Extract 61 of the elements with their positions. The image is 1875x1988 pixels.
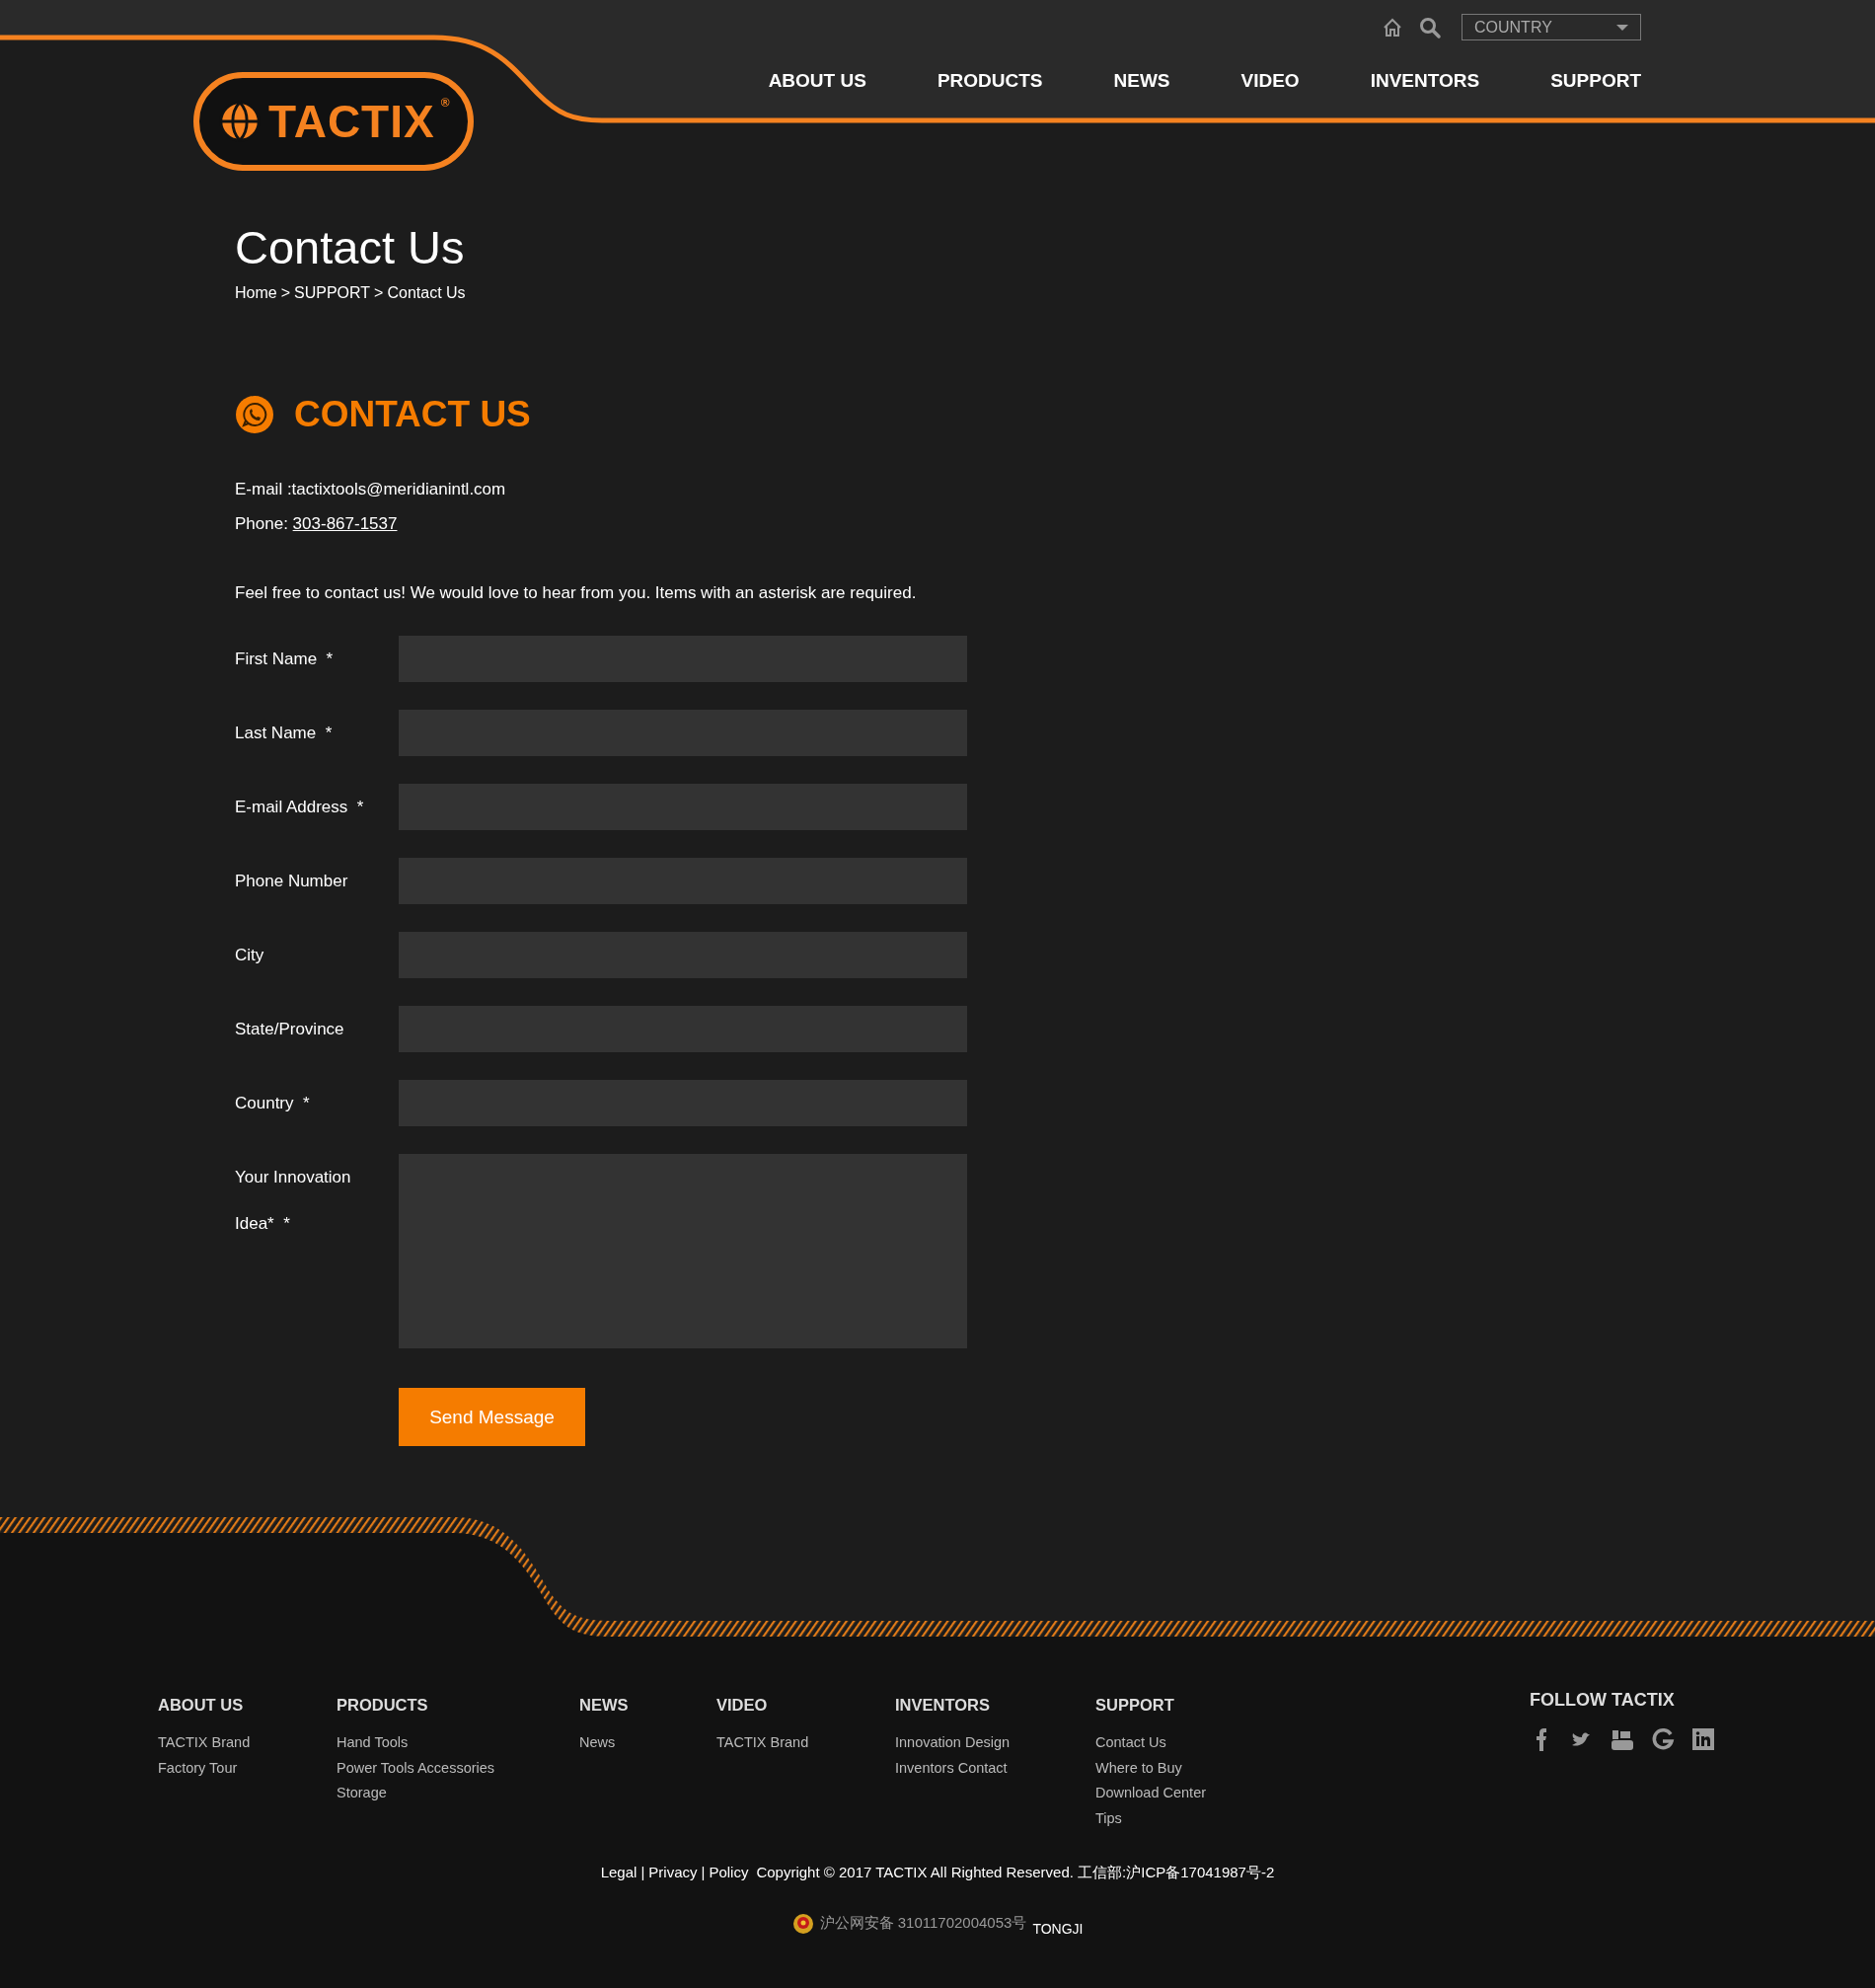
page-title: Contact Us: [235, 220, 466, 275]
tongji-link[interactable]: TONGJI: [1032, 1920, 1084, 1937]
field-label: State/Province: [235, 1019, 345, 1040]
country-select[interactable]: COUNTRY: [1462, 14, 1641, 40]
caret-icon: [1616, 24, 1628, 31]
registration-text[interactable]: 沪公网安备 31011702004053号: [819, 1914, 1027, 1934]
legal-link[interactable]: Legal: [600, 1862, 638, 1882]
footer-link[interactable]: Factory Tour: [158, 1755, 337, 1782]
footer-heading: FOLLOW TACTIX: [1530, 1690, 1676, 1710]
footer-link[interactable]: Contact Us: [1095, 1730, 1530, 1756]
legal-link[interactable]: Policy: [709, 1862, 749, 1882]
footer-link[interactable]: Tips: [1095, 1806, 1530, 1832]
legal-link[interactable]: Privacy: [648, 1862, 698, 1882]
separator-text: |: [640, 1862, 645, 1882]
footer-heading: VIDEO: [716, 1695, 769, 1715]
field-label: City: [235, 945, 265, 966]
field-label: Phone Number: [235, 871, 349, 892]
nav-link[interactable]: INVENTORS: [1370, 57, 1480, 105]
footer-link[interactable]: Where to Buy: [1095, 1755, 1530, 1782]
footer-link[interactable]: Storage: [337, 1781, 579, 1807]
intro-text: Feel free to contact us! We would love to hear from you. Items with an asterisk are required.: [235, 582, 918, 604]
footer-heading: SUPPORT: [1095, 1695, 1175, 1715]
footer-link[interactable]: News: [579, 1730, 716, 1756]
nav-link[interactable]: PRODUCTS: [937, 57, 1043, 105]
phone-link[interactable]: 303-867-1537: [292, 514, 398, 533]
nav-link[interactable]: SUPPORT: [1550, 57, 1641, 105]
field-label: Your Innovation Idea* *: [235, 1167, 352, 1235]
copyright-text: Copyright © 2017 TACTIX All Righted Reserved. 工信部:沪ICP备17041987号-2: [756, 1862, 1275, 1882]
footer-link[interactable]: Innovation Design: [895, 1730, 1095, 1756]
section-heading: CONTACT US: [294, 394, 531, 435]
separator-text: |: [701, 1862, 706, 1882]
field-label: Last Name *: [235, 723, 334, 744]
chat-phone-icon: [235, 395, 274, 434]
linkedin-icon[interactable]: [1691, 1727, 1715, 1751]
breadcrumb-current: Contact Us: [387, 283, 466, 303]
footer-link[interactable]: Power Tools Accessories: [337, 1755, 579, 1782]
footer-link[interactable]: TACTIX Brand: [716, 1730, 895, 1756]
footer-link[interactable]: Hand Tools: [337, 1730, 579, 1756]
footer-link[interactable]: Download Center: [1095, 1781, 1530, 1807]
google-icon[interactable]: [1651, 1727, 1675, 1751]
footer-link[interactable]: TACTIX Brand: [158, 1730, 337, 1756]
field-label: First Name *: [235, 649, 335, 670]
email-text: E-mail :tactixtools@meridianintl.com: [235, 479, 507, 500]
breadcrumb-link[interactable]: SUPPORT: [294, 283, 371, 303]
field-label: Country *: [235, 1093, 311, 1114]
field-label: E-mail Address *: [235, 797, 365, 818]
breadcrumb-link[interactable]: Home: [235, 283, 277, 303]
breadcrumb-separator: >: [374, 283, 384, 303]
nav-link[interactable]: VIDEO: [1240, 57, 1300, 105]
nav-link[interactable]: NEWS: [1113, 57, 1170, 105]
nav-link[interactable]: ABOUT US: [768, 57, 866, 105]
footer-heading: NEWS: [579, 1695, 630, 1715]
emblem-icon: [791, 1912, 814, 1935]
footer-link[interactable]: Inventors Contact: [895, 1755, 1095, 1782]
breadcrumb-separator: >: [280, 283, 291, 303]
phone-text: Phone: 303-867-1537: [235, 513, 399, 535]
footer-heading: PRODUCTS: [337, 1695, 429, 1715]
footer-heading: INVENTORS: [895, 1695, 991, 1715]
footer-heading: ABOUT US: [158, 1695, 245, 1715]
logo[interactable]: TACTIX$^{®}$: [193, 72, 474, 171]
search-icon[interactable]: [1418, 15, 1442, 39]
